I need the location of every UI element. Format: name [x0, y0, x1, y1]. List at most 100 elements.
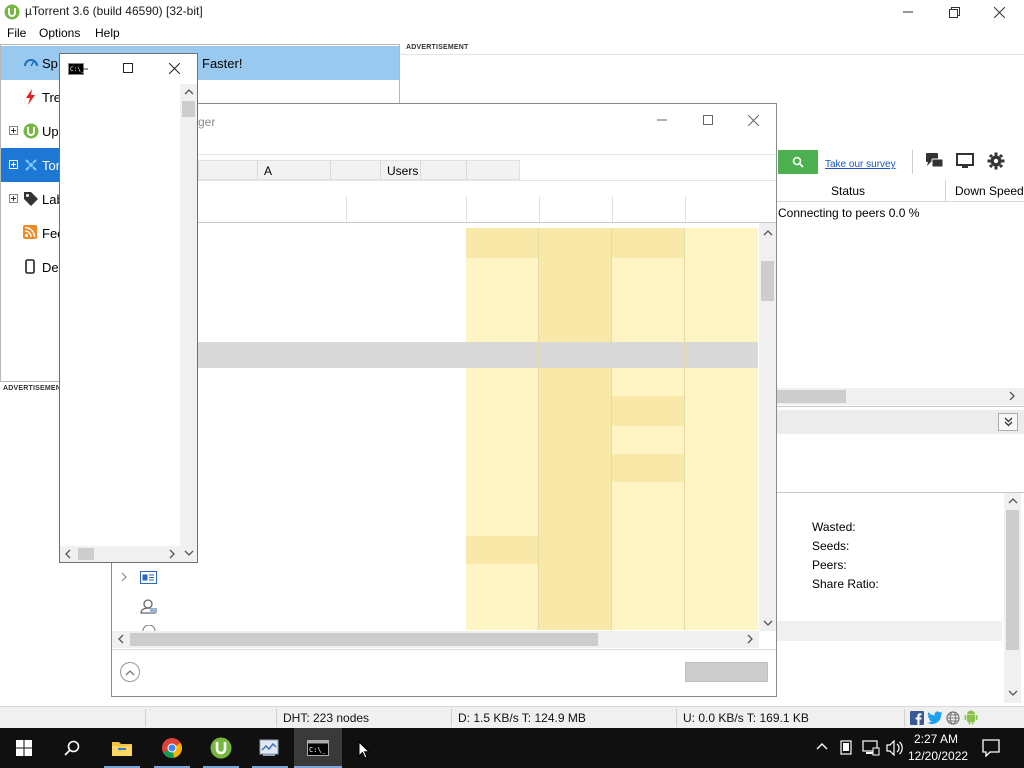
expand-icon[interactable] — [9, 160, 18, 169]
end-task-button[interactable] — [685, 662, 768, 682]
toolbar-right: Take our survey — [776, 148, 1024, 176]
fewer-details-button[interactable] — [120, 662, 140, 682]
divider — [539, 196, 540, 222]
task-manager-icon — [259, 738, 281, 758]
divider — [904, 709, 905, 727]
chrome-button[interactable] — [148, 728, 196, 768]
chevron-up-icon[interactable] — [816, 742, 828, 750]
clock[interactable]: 2:27 AM 12/20/2022 — [908, 728, 974, 768]
scroll-right-icon[interactable] — [1008, 391, 1016, 401]
network-icon[interactable] — [862, 740, 880, 756]
wasted-label: Wasted: — [812, 520, 856, 534]
advertisement-label: ADVERTISEMENT — [406, 44, 469, 51]
tm-close-button[interactable] — [741, 110, 765, 130]
close-button[interactable] — [976, 0, 1022, 24]
divider — [466, 196, 467, 222]
divider — [611, 228, 612, 630]
selected-process-row[interactable] — [198, 342, 758, 368]
download-status[interactable]: D: 1.5 KB/s T: 124.9 MB — [458, 711, 586, 725]
seeds-label: Seeds: — [812, 539, 850, 553]
search-button[interactable] — [778, 150, 818, 174]
expand-icon[interactable] — [9, 194, 18, 203]
device-icon — [25, 259, 35, 274]
scroll-down-icon[interactable] — [1008, 689, 1018, 697]
utorrent-taskbar-button[interactable] — [197, 728, 245, 768]
scroll-down-icon[interactable] — [184, 549, 194, 557]
clock-time: 2:27 AM — [914, 732, 959, 746]
cmd-close-button[interactable] — [162, 58, 186, 78]
divider — [684, 228, 685, 630]
facebook-icon[interactable] — [910, 711, 924, 725]
tm-maximize-button[interactable] — [696, 110, 720, 130]
clock-date: 12/20/2022 — [908, 749, 969, 763]
twitter-icon[interactable] — [927, 711, 943, 725]
scroll-down-icon[interactable] — [763, 619, 773, 627]
promo-text: Faster! — [202, 56, 243, 71]
expand-icon[interactable] — [9, 126, 18, 135]
menu-options[interactable]: Options — [39, 26, 80, 40]
tm-minimize-button[interactable] — [650, 110, 674, 130]
globe-icon[interactable] — [946, 711, 960, 725]
survey-link[interactable]: Take our survey — [825, 159, 896, 170]
chat-icon[interactable] — [926, 153, 944, 169]
scroll-left-icon[interactable] — [117, 634, 125, 644]
column-header-down-speed[interactable]: Down Speed — [955, 184, 1024, 198]
cmd-maximize-button[interactable] — [116, 58, 140, 78]
horizontal-scrollbar[interactable] — [112, 631, 759, 648]
android-icon[interactable] — [964, 710, 978, 725]
divider — [612, 196, 613, 222]
divider — [400, 54, 1024, 55]
folder-icon — [111, 739, 133, 757]
divider — [330, 161, 331, 179]
tablet-icon[interactable] — [840, 740, 852, 755]
tag-icon — [23, 191, 39, 207]
task-manager-taskbar-button[interactable] — [246, 728, 294, 768]
process-icon — [140, 571, 157, 584]
heat-cell — [466, 536, 539, 564]
command-prompt-taskbar-button[interactable]: C:\_ — [294, 728, 342, 768]
vertical-scrollbar[interactable] — [1004, 493, 1021, 703]
gear-icon[interactable] — [987, 152, 1005, 170]
scroll-up-icon[interactable] — [1008, 497, 1018, 505]
horizontal-scrollbar[interactable] — [60, 546, 197, 562]
scroll-up-icon[interactable] — [763, 229, 773, 237]
menu-file[interactable]: File — [7, 26, 26, 40]
expand-row-icon[interactable] — [120, 572, 128, 582]
vertical-scrollbar[interactable] — [180, 84, 197, 546]
scrollbar-thumb[interactable] — [1006, 510, 1019, 650]
divider — [257, 161, 258, 179]
scrollbar-thumb[interactable] — [182, 101, 195, 117]
scroll-right-icon[interactable] — [168, 549, 176, 559]
heat-cell — [466, 228, 539, 258]
tab-users[interactable]: Users — [387, 164, 418, 178]
minimize-button[interactable] — [885, 0, 931, 24]
upload-status[interactable]: U: 0.0 KB/s T: 169.1 KB — [683, 711, 809, 725]
vertical-scrollbar[interactable] — [759, 223, 776, 631]
chevron-up-icon — [125, 669, 135, 676]
scrollbar-thumb[interactable] — [78, 548, 94, 560]
tab-app-history[interactable]: A — [264, 164, 272, 178]
horizontal-scrollbar[interactable] — [776, 388, 1024, 405]
torrents-icon — [23, 157, 39, 173]
file-explorer-button[interactable] — [98, 728, 146, 768]
monitor-icon[interactable] — [956, 153, 974, 169]
scroll-up-icon[interactable] — [184, 88, 194, 96]
scrollbar-thumb[interactable] — [776, 390, 846, 403]
collapse-button[interactable] — [998, 413, 1018, 431]
disk-column — [612, 228, 685, 630]
volume-icon[interactable] — [886, 740, 904, 756]
restore-button[interactable] — [931, 0, 977, 24]
search-button[interactable] — [48, 728, 96, 768]
action-center-icon[interactable] — [982, 739, 1000, 757]
chrome-icon — [161, 737, 183, 759]
info-panel-row — [776, 621, 1002, 641]
scroll-left-icon[interactable] — [64, 549, 72, 559]
scroll-right-icon[interactable] — [746, 634, 754, 644]
start-button[interactable] — [0, 728, 48, 768]
scrollbar-thumb[interactable] — [761, 261, 774, 301]
column-header-status[interactable]: Status — [831, 184, 865, 198]
scrollbar-thumb[interactable] — [130, 633, 598, 646]
torrent-status-cell[interactable]: Connecting to peers 0.0 % — [778, 206, 919, 220]
menu-help[interactable]: Help — [95, 26, 120, 40]
advertisement-label: ADVERTISEMENT — [3, 385, 66, 392]
